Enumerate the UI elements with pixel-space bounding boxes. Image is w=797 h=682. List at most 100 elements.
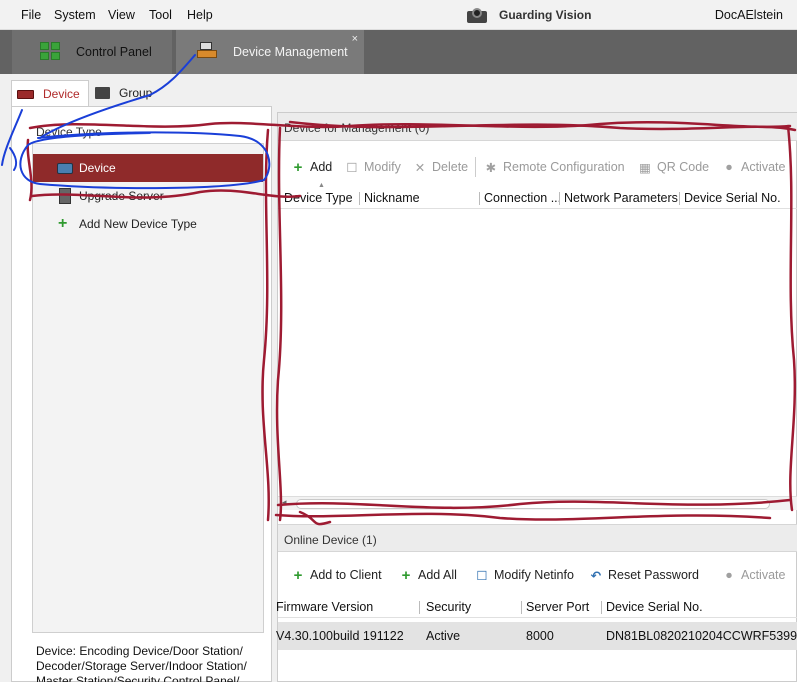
column-divider	[559, 192, 560, 205]
qr-code-button[interactable]: ▦ QR Code	[638, 159, 709, 175]
horizontal-scrollbar[interactable]: ◂	[278, 496, 797, 510]
cell-firmware: V4.30.100build 191122	[276, 629, 404, 643]
device-for-management-header: Device for Management (0)	[278, 113, 797, 141]
add-to-client-button[interactable]: + Add to Client	[291, 566, 382, 584]
qr-code-icon: ▦	[639, 160, 651, 175]
sub-tabs: Device Group	[0, 80, 797, 106]
app-tab-strip: Control Panel Device Management ×	[0, 30, 797, 74]
device-management-icon	[197, 41, 217, 61]
device-management-panel: Device for Management (0) + Add ☐ Modify…	[276, 112, 797, 682]
device-type-panel: Device Type Device Upgrade Server + Add …	[11, 106, 272, 682]
plus-icon: +	[58, 215, 68, 232]
menu-tool[interactable]: Tool	[149, 8, 172, 22]
edit-icon: ☐	[346, 160, 358, 175]
plus-icon: +	[293, 158, 303, 176]
online-table-header: Firmware Version Security Server Port De…	[276, 596, 797, 618]
device-type-description: Device: Encoding Device/Door Station/ De…	[36, 644, 247, 682]
column-divider	[521, 601, 522, 614]
remote-configuration-button-label: Remote Configuration	[503, 160, 625, 174]
bulb-icon: ●	[725, 568, 733, 582]
column-connection[interactable]: Connection ...	[484, 191, 561, 205]
delete-button-label: Delete	[432, 160, 469, 174]
device-type-item-label: Add New Device Type	[79, 217, 197, 231]
server-icon	[59, 188, 71, 204]
column-security[interactable]: Security	[426, 600, 471, 614]
add-all-button[interactable]: + Add All	[399, 567, 457, 584]
subtab-group-label: Group	[119, 86, 153, 100]
online-device-toolbar: + Add to Client + Add All ☐ Modify Netin…	[278, 560, 797, 590]
device-type-item-upgrade-server[interactable]: Upgrade Server	[33, 182, 263, 210]
device-management-toolbar: + Add ☐ Modify ✕ Delete ✱ Remote Configu…	[278, 152, 797, 182]
column-device-serial[interactable]: Device Serial No.	[606, 600, 703, 614]
brand: Guarding Vision	[466, 5, 591, 25]
toolbar-divider	[475, 157, 476, 177]
user-name[interactable]: DocAElstein	[715, 8, 783, 22]
add-to-client-button-label: Add to Client	[310, 568, 382, 582]
column-server-port[interactable]: Server Port	[526, 600, 589, 614]
edit-icon: ☐	[476, 568, 488, 583]
menu-bar: File System View Tool Help Guarding Visi…	[0, 0, 797, 30]
device-tile-icon	[57, 163, 73, 174]
gear-icon: ✱	[485, 160, 497, 175]
reset-password-button[interactable]: ↶ Reset Password	[589, 567, 699, 583]
modify-netinfo-button[interactable]: ☐ Modify Netinfo	[475, 567, 574, 583]
column-network-parameters[interactable]: Network Parameters	[564, 191, 678, 205]
modify-netinfo-button-label: Modify Netinfo	[494, 568, 574, 582]
column-divider	[679, 192, 680, 205]
device-type-item-label: Upgrade Server	[79, 189, 164, 203]
tab-device-management-label: Device Management	[233, 45, 348, 59]
online-activate-button-label: Activate	[741, 568, 786, 582]
device-icon	[17, 90, 34, 99]
subtab-device-label: Device	[43, 86, 80, 101]
folder-icon	[95, 87, 110, 99]
column-device-serial[interactable]: Device Serial No.	[684, 191, 781, 205]
control-panel-grid-icon	[40, 42, 60, 60]
menu-view[interactable]: View	[108, 8, 135, 22]
column-divider	[359, 192, 360, 205]
online-device-title: Online Device (1)	[284, 533, 377, 547]
activate-button[interactable]: ● Activate	[722, 159, 785, 175]
scrollbar-thumb[interactable]	[296, 499, 770, 509]
qr-code-button-label: QR Code	[657, 160, 710, 174]
device-type-item-label: Device	[79, 161, 116, 175]
device-for-management-title: Device for Management (0)	[284, 121, 430, 135]
scroll-left-icon[interactable]: ◂	[282, 497, 287, 508]
column-divider	[479, 192, 480, 205]
activate-button-label: Activate	[741, 160, 786, 174]
device-type-item-device[interactable]: Device	[33, 154, 263, 182]
modify-button-label: Modify	[364, 160, 401, 174]
remote-configuration-button[interactable]: ✱ Remote Configuration	[484, 159, 625, 175]
cell-port: 8000	[526, 629, 554, 643]
table-row[interactable]: V4.30.100build 191122 Active 8000 DN81BL…	[276, 622, 797, 650]
delete-button[interactable]: ✕ Delete	[413, 159, 468, 175]
column-firmware-version[interactable]: Firmware Version	[276, 600, 373, 614]
bulb-icon: ●	[725, 160, 733, 174]
device-table-header: ▲ Device Type Nickname Connection ... Ne…	[278, 182, 797, 209]
tab-control-panel[interactable]: Control Panel	[12, 30, 172, 74]
online-activate-button[interactable]: ● Activate	[722, 567, 785, 583]
tab-device-management[interactable]: Device Management ×	[176, 30, 364, 74]
reset-arrow-icon: ↶	[590, 568, 602, 583]
column-nickname[interactable]: Nickname	[364, 191, 420, 205]
reset-password-button-label: Reset Password	[608, 568, 700, 582]
tab-control-panel-label: Control Panel	[76, 45, 152, 59]
close-icon[interactable]: ×	[352, 33, 358, 45]
add-button[interactable]: + Add	[291, 158, 333, 176]
sort-caret-icon: ▲	[318, 182, 325, 189]
subtab-device[interactable]: Device	[11, 80, 89, 106]
cell-security: Active	[426, 629, 461, 643]
x-icon: ✕	[414, 160, 426, 175]
modify-button[interactable]: ☐ Modify	[345, 159, 401, 175]
device-type-item-add-new[interactable]: + Add New Device Type	[33, 210, 263, 238]
plus-icon: +	[293, 566, 303, 584]
cell-serial: DN81BL0820210204CCWRF53992124V	[606, 629, 797, 643]
menu-file[interactable]: File	[21, 8, 41, 22]
menu-system[interactable]: System	[54, 8, 96, 22]
device-type-list: Device Upgrade Server + Add New Device T…	[32, 143, 264, 633]
add-all-button-label: Add All	[418, 568, 457, 582]
menu-help[interactable]: Help	[187, 8, 213, 22]
column-device-type[interactable]: Device Type	[284, 191, 353, 205]
subtab-group[interactable]: Group	[92, 80, 172, 106]
camera-logo-icon	[466, 6, 488, 24]
brand-name: Guarding Vision	[499, 8, 592, 22]
